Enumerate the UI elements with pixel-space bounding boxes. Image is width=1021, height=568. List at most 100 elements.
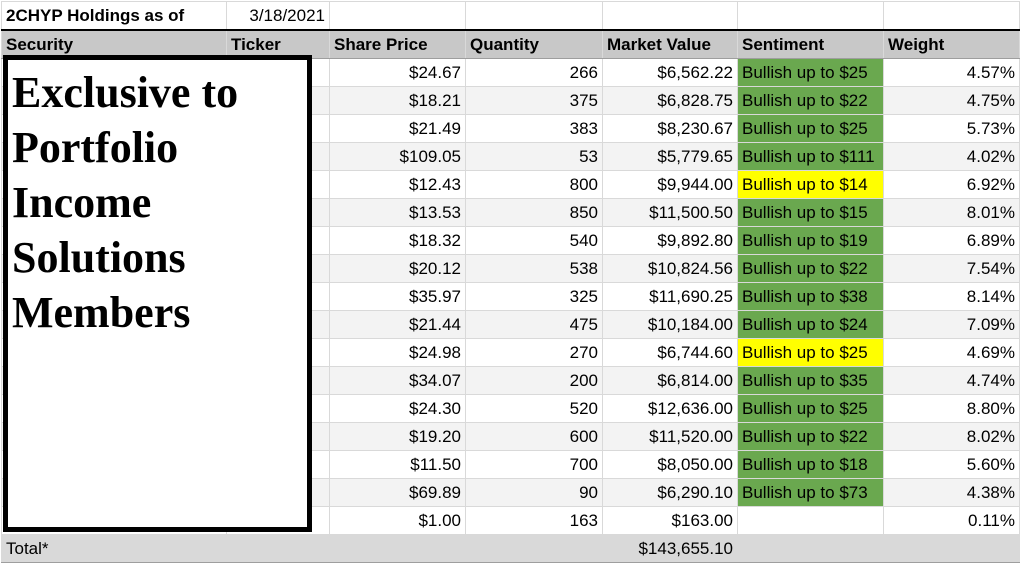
- sentiment-cell[interactable]: Bullish up to $22: [737, 254, 884, 283]
- share-price-cell[interactable]: $109.05: [329, 142, 466, 171]
- quantity-cell[interactable]: 90: [465, 478, 603, 507]
- share-price-cell[interactable]: $18.21: [329, 86, 466, 115]
- header-share-price[interactable]: Share Price: [329, 29, 466, 59]
- empty-cell[interactable]: [883, 1, 1020, 31]
- market-value-cell[interactable]: $6,814.00: [602, 366, 738, 395]
- quantity-cell[interactable]: 163: [465, 506, 603, 535]
- header-sentiment[interactable]: Sentiment: [737, 29, 884, 59]
- share-price-cell[interactable]: $21.44: [329, 310, 466, 339]
- as-of-date[interactable]: 3/18/2021: [226, 1, 330, 31]
- sentiment-cell[interactable]: Bullish up to $25: [737, 338, 884, 367]
- market-value-cell[interactable]: $6,828.75: [602, 86, 738, 115]
- quantity-cell[interactable]: 520: [465, 394, 603, 423]
- share-price-cell[interactable]: $13.53: [329, 198, 466, 227]
- weight-cell[interactable]: 4.38%: [883, 478, 1020, 507]
- empty-cell[interactable]: [465, 534, 603, 563]
- empty-cell[interactable]: [883, 534, 1020, 563]
- market-value-cell[interactable]: $163.00: [602, 506, 738, 535]
- market-value-cell[interactable]: $11,690.25: [602, 282, 738, 311]
- sentiment-cell[interactable]: Bullish up to $73: [737, 478, 884, 507]
- weight-cell[interactable]: 5.73%: [883, 114, 1020, 143]
- share-price-cell[interactable]: $35.97: [329, 282, 466, 311]
- weight-cell[interactable]: 6.89%: [883, 226, 1020, 255]
- total-market-value[interactable]: $143,655.10: [602, 534, 738, 563]
- quantity-cell[interactable]: 383: [465, 114, 603, 143]
- empty-cell[interactable]: [226, 534, 330, 563]
- sheet-title[interactable]: 2CHYP Holdings as of: [1, 1, 227, 31]
- weight-cell[interactable]: 4.02%: [883, 142, 1020, 171]
- quantity-cell[interactable]: 325: [465, 282, 603, 311]
- sentiment-cell[interactable]: Bullish up to $24: [737, 310, 884, 339]
- weight-cell[interactable]: 8.01%: [883, 198, 1020, 227]
- share-price-cell[interactable]: $12.43: [329, 170, 466, 199]
- quantity-cell[interactable]: 700: [465, 450, 603, 479]
- share-price-cell[interactable]: $24.98: [329, 338, 466, 367]
- empty-cell[interactable]: [737, 1, 884, 31]
- share-price-cell[interactable]: $24.30: [329, 394, 466, 423]
- market-value-cell[interactable]: $9,892.80: [602, 226, 738, 255]
- market-value-cell[interactable]: $8,050.00: [602, 450, 738, 479]
- sentiment-cell[interactable]: Bullish up to $15: [737, 198, 884, 227]
- sentiment-cell[interactable]: Bullish up to $25: [737, 394, 884, 423]
- quantity-cell[interactable]: 266: [465, 58, 603, 87]
- sentiment-cell[interactable]: Bullish up to $25: [737, 58, 884, 87]
- weight-cell[interactable]: 8.14%: [883, 282, 1020, 311]
- weight-cell[interactable]: 8.02%: [883, 422, 1020, 451]
- share-price-cell[interactable]: $34.07: [329, 366, 466, 395]
- market-value-cell[interactable]: $9,944.00: [602, 170, 738, 199]
- share-price-cell[interactable]: $11.50: [329, 450, 466, 479]
- empty-cell[interactable]: [737, 534, 884, 563]
- sentiment-cell[interactable]: [737, 506, 884, 535]
- market-value-cell[interactable]: $6,290.10: [602, 478, 738, 507]
- share-price-cell[interactable]: $20.12: [329, 254, 466, 283]
- empty-cell[interactable]: [465, 1, 603, 31]
- market-value-cell[interactable]: $6,562.22: [602, 58, 738, 87]
- sentiment-cell[interactable]: Bullish up to $38: [737, 282, 884, 311]
- quantity-cell[interactable]: 200: [465, 366, 603, 395]
- quantity-cell[interactable]: 540: [465, 226, 603, 255]
- market-value-cell[interactable]: $8,230.67: [602, 114, 738, 143]
- sentiment-cell[interactable]: Bullish up to $22: [737, 422, 884, 451]
- weight-cell[interactable]: 4.69%: [883, 338, 1020, 367]
- market-value-cell[interactable]: $10,824.56: [602, 254, 738, 283]
- weight-cell[interactable]: 0.11%: [883, 506, 1020, 535]
- quantity-cell[interactable]: 600: [465, 422, 603, 451]
- weight-cell[interactable]: 4.75%: [883, 86, 1020, 115]
- sentiment-cell[interactable]: Bullish up to $111: [737, 142, 884, 171]
- empty-cell[interactable]: [329, 1, 466, 31]
- sentiment-cell[interactable]: Bullish up to $35: [737, 366, 884, 395]
- quantity-cell[interactable]: 375: [465, 86, 603, 115]
- market-value-cell[interactable]: $5,779.65: [602, 142, 738, 171]
- market-value-cell[interactable]: $11,500.50: [602, 198, 738, 227]
- market-value-cell[interactable]: $6,744.60: [602, 338, 738, 367]
- market-value-cell[interactable]: $10,184.00: [602, 310, 738, 339]
- market-value-cell[interactable]: $11,520.00: [602, 422, 738, 451]
- weight-cell[interactable]: 4.57%: [883, 58, 1020, 87]
- weight-cell[interactable]: 6.92%: [883, 170, 1020, 199]
- share-price-cell[interactable]: $69.89: [329, 478, 466, 507]
- weight-cell[interactable]: 8.80%: [883, 394, 1020, 423]
- quantity-cell[interactable]: 475: [465, 310, 603, 339]
- header-weight[interactable]: Weight: [883, 29, 1020, 59]
- share-price-cell[interactable]: $19.20: [329, 422, 466, 451]
- header-market-value[interactable]: Market Value: [602, 29, 738, 59]
- empty-cell[interactable]: [602, 1, 738, 31]
- quantity-cell[interactable]: 53: [465, 142, 603, 171]
- weight-cell[interactable]: 4.74%: [883, 366, 1020, 395]
- total-label[interactable]: Total*: [1, 534, 227, 563]
- weight-cell[interactable]: 7.54%: [883, 254, 1020, 283]
- share-price-cell[interactable]: $21.49: [329, 114, 466, 143]
- share-price-cell[interactable]: $1.00: [329, 506, 466, 535]
- quantity-cell[interactable]: 850: [465, 198, 603, 227]
- sentiment-cell[interactable]: Bullish up to $19: [737, 226, 884, 255]
- quantity-cell[interactable]: 538: [465, 254, 603, 283]
- sentiment-cell[interactable]: Bullish up to $18: [737, 450, 884, 479]
- market-value-cell[interactable]: $12,636.00: [602, 394, 738, 423]
- header-quantity[interactable]: Quantity: [465, 29, 603, 59]
- quantity-cell[interactable]: 800: [465, 170, 603, 199]
- share-price-cell[interactable]: $24.67: [329, 58, 466, 87]
- weight-cell[interactable]: 7.09%: [883, 310, 1020, 339]
- quantity-cell[interactable]: 270: [465, 338, 603, 367]
- sentiment-cell[interactable]: Bullish up to $25: [737, 114, 884, 143]
- share-price-cell[interactable]: $18.32: [329, 226, 466, 255]
